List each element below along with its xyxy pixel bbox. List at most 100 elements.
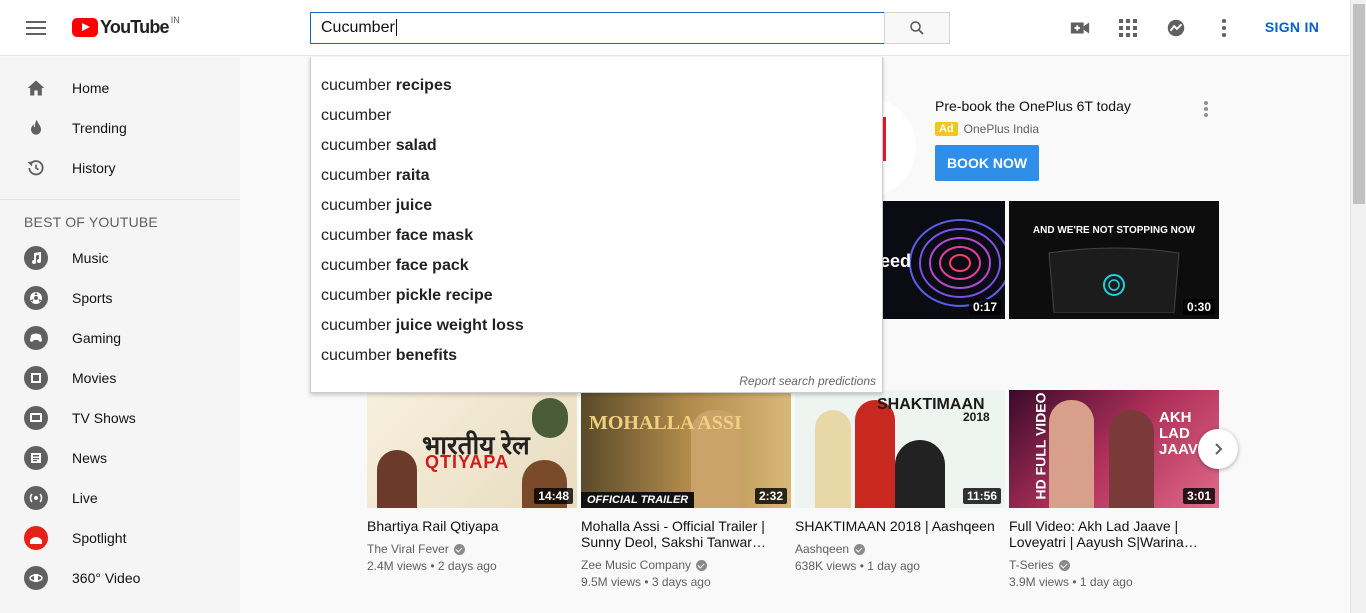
suggestion-prefix: cucumber (321, 227, 392, 244)
create-video-icon[interactable] (1068, 16, 1092, 40)
search-button[interactable] (884, 12, 950, 44)
more-vert-icon[interactable] (1212, 16, 1236, 40)
movies-icon (24, 366, 48, 390)
suggestion-item[interactable]: cucumber benefits (311, 341, 882, 371)
video-card[interactable]: SHAKTIMAAN 2018 11:56 SHAKTIMAAN 2018 | … (795, 390, 1005, 573)
suggestion-item[interactable]: cucumber (311, 101, 882, 131)
view-count: 638K views (795, 559, 857, 573)
suggestion-item[interactable]: cucumber face mask (311, 221, 882, 251)
sidebar-item-360-video[interactable]: 360° Video (0, 558, 240, 598)
book-now-button[interactable]: BOOK NOW (935, 145, 1039, 181)
video-duration: 14:48 (534, 488, 573, 504)
suggestion-item[interactable]: cucumber recipes (311, 71, 882, 101)
ad-meta: Ad OnePlus India (935, 122, 1039, 136)
thumbnail-subtitle: HD FULL VIDEO (1032, 392, 1049, 500)
suggestion-prefix: cucumber (321, 287, 392, 304)
video-card[interactable]: HD FULL VIDEO AKH LAD JAAVE 3:01 Full Vi… (1009, 390, 1219, 589)
suggestion-item[interactable]: cucumber pickle recipe (311, 281, 882, 311)
video-metadata: 9.5M views • 3 days ago (581, 575, 711, 589)
sign-in-button[interactable]: SIGN IN (1257, 19, 1327, 35)
apps-icon[interactable] (1116, 16, 1140, 40)
view-count: 2.4M views (367, 559, 428, 573)
search-input[interactable]: Cucumber (310, 12, 885, 44)
sidebar-item-live[interactable]: Live (0, 478, 240, 518)
sidebar-item-trending[interactable]: Trending (0, 108, 240, 148)
suggestion-suffix: recipes (395, 77, 452, 94)
report-search-predictions-link[interactable]: Report search predictions (739, 374, 876, 388)
sidebar: Home Trending History BEST OF YOUTUBE Mu… (0, 57, 240, 613)
sidebar-item-spotlight[interactable]: Spotlight (0, 518, 240, 558)
channel-label: Aashqeen (795, 542, 850, 556)
suggestion-prefix: cucumber (321, 167, 392, 184)
verified-icon (854, 543, 866, 555)
youtube-play-icon (72, 18, 98, 37)
ad-channel[interactable]: OnePlus India (964, 122, 1039, 136)
sidebar-divider (0, 199, 240, 200)
search-suggestions: cucumber recipes cucumber cucumber salad… (310, 57, 883, 393)
video-thumbnail[interactable]: HD FULL VIDEO AKH LAD JAAVE 3:01 (1009, 390, 1219, 508)
suggestion-item[interactable]: cucumber face pack (311, 251, 882, 281)
ad-video-thumbnail[interactable]: eed 0:17 (880, 201, 1005, 319)
home-icon (24, 76, 48, 100)
thumbnail-subtitle: OFFICIAL TRAILER (581, 492, 695, 508)
masthead: YouTube IN Cucumber SIGN IN (0, 0, 1350, 56)
video-duration: 0:30 (1182, 299, 1215, 315)
upload-age: 2 days ago (437, 559, 497, 573)
ad-title[interactable]: Pre-book the OnePlus 6T today (935, 98, 1131, 114)
sidebar-section-heading: BEST OF YOUTUBE (24, 214, 158, 230)
video-title[interactable]: SHAKTIMAAN 2018 | Aashqeen (795, 518, 1005, 534)
video-title[interactable]: Mohalla Assi - Official Trailer | Sunny … (581, 518, 791, 550)
youtube-logo[interactable]: YouTube IN (72, 15, 180, 38)
sidebar-item-home[interactable]: Home (0, 68, 240, 108)
thumbnail-subtitle: QTIYAPA (425, 452, 510, 472)
suggestion-item[interactable]: cucumber salad (311, 131, 882, 161)
ad-video-overlay-text: AND WE'RE NOT STOPPING NOW (1032, 225, 1196, 236)
thumbnail-title: MOHALLA ASSI (589, 412, 742, 434)
sidebar-item-history[interactable]: History (0, 148, 240, 188)
sidebar-item-tv-shows[interactable]: TV Shows (0, 398, 240, 438)
video-thumbnail[interactable]: SHAKTIMAAN 2018 11:56 (795, 390, 1005, 508)
sidebar-item-label: Trending (72, 120, 127, 136)
suggestion-prefix: cucumber (321, 317, 392, 334)
video-thumbnail[interactable]: MOHALLA ASSI OFFICIAL TRAILER 2:32 (581, 390, 791, 508)
shelf-next-button[interactable] (1198, 429, 1238, 469)
sidebar-item-label: Live (72, 490, 98, 506)
sports-icon (24, 286, 48, 310)
more-vert-icon[interactable] (1198, 99, 1214, 117)
video-card[interactable]: भारतीय रेल QTIYAPA 14:48 Bhartiya Rail Q… (367, 390, 577, 573)
sidebar-item-sports[interactable]: Sports (0, 278, 240, 318)
ad-video-thumbnail[interactable]: AND WE'RE NOT STOPPING NOW 0:30 (1009, 201, 1219, 319)
music-icon (24, 246, 48, 270)
channel-label: Zee Music Company (581, 558, 692, 572)
video-thumbnail[interactable]: भारतीय रेल QTIYAPA 14:48 (367, 390, 577, 508)
sidebar-item-music[interactable]: Music (0, 238, 240, 278)
search-icon (910, 21, 924, 35)
suggestion-prefix: cucumber (321, 197, 392, 214)
sidebar-item-gaming[interactable]: Gaming (0, 318, 240, 358)
scrollbar-thumb[interactable] (1353, 4, 1365, 204)
video-title[interactable]: Bhartiya Rail Qtiyapa (367, 518, 577, 534)
sidebar-item-label: News (72, 450, 108, 466)
suggestion-item[interactable]: cucumber juice (311, 191, 882, 221)
messages-icon[interactable] (1164, 16, 1188, 40)
sidebar-item-label: Movies (72, 370, 117, 386)
page-scrollbar[interactable] (1350, 0, 1366, 613)
channel-name[interactable]: The Viral Fever (367, 542, 577, 556)
suggestion-item[interactable]: cucumber juice weight loss (311, 311, 882, 341)
channel-name[interactable]: Zee Music Company (581, 558, 791, 572)
suggestion-item[interactable]: cucumber raita (311, 161, 882, 191)
video-card[interactable]: MOHALLA ASSI OFFICIAL TRAILER 2:32 Mohal… (581, 390, 791, 589)
suggestion-suffix: salad (395, 137, 437, 154)
gaming-icon (24, 326, 48, 350)
logo-text: YouTube (100, 17, 170, 37)
text-cursor (395, 19, 397, 36)
sidebar-item-label: History (72, 160, 116, 176)
channel-name[interactable]: Aashqeen (795, 542, 1005, 556)
sidebar-item-news[interactable]: News (0, 438, 240, 478)
sidebar-item-movies[interactable]: Movies (0, 358, 240, 398)
video-metadata: 3.9M views • 1 day ago (1009, 575, 1133, 589)
video-title[interactable]: Full Video: Akh Lad Jaave | Loveyatri | … (1009, 518, 1219, 550)
menu-icon[interactable] (24, 18, 48, 38)
channel-name[interactable]: T-Series (1009, 558, 1219, 572)
spotlight-icon (24, 526, 48, 550)
